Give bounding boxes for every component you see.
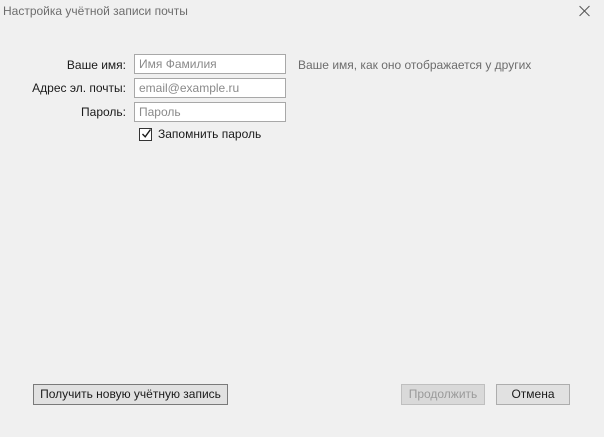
email-input[interactable] [134, 78, 286, 98]
password-label: Пароль: [81, 105, 126, 119]
close-icon[interactable] [578, 4, 592, 18]
continue-button[interactable]: Продолжить [401, 384, 485, 405]
remember-password-label: Запомнить пароль [158, 127, 262, 141]
name-hint: Ваше имя, как оно отображается у других [298, 58, 532, 72]
password-input[interactable] [134, 102, 286, 122]
window-title: Настройка учётной записи почты [3, 4, 188, 18]
cancel-button[interactable]: Отмена [496, 384, 570, 405]
name-input[interactable] [134, 54, 286, 74]
remember-password-checkbox[interactable] [139, 128, 152, 141]
title-bar: Настройка учётной записи почты [0, 0, 604, 24]
get-new-account-button[interactable]: Получить новую учётную запись [33, 384, 228, 405]
email-label: Адрес эл. почты: [32, 81, 126, 95]
checkmark-icon [141, 129, 152, 138]
name-label: Ваше имя: [66, 58, 126, 72]
